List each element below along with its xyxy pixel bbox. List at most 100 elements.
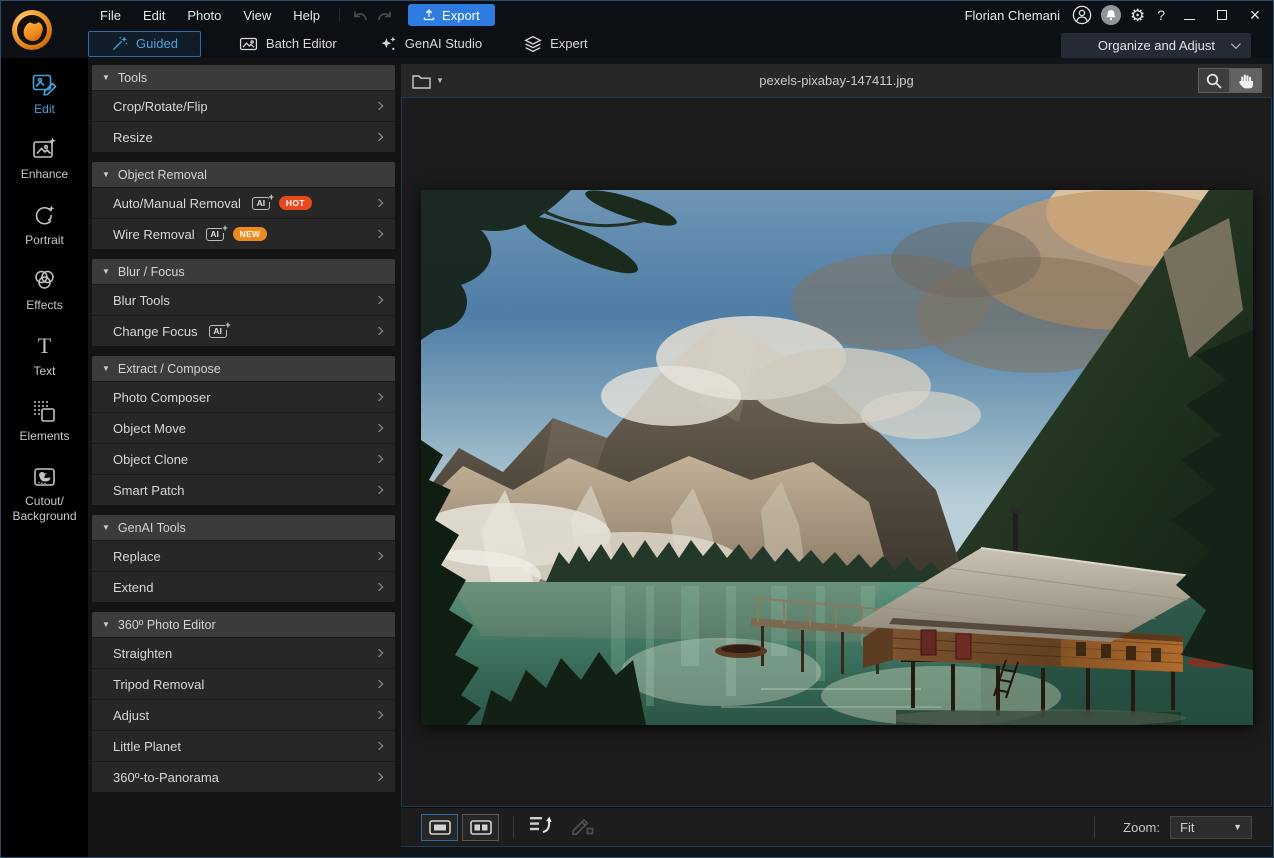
statusbar-divider	[513, 816, 514, 838]
section-header-tools[interactable]: ▼ Tools	[92, 65, 395, 90]
canvas-header: pexels-pixabay-147411.jpg ▼	[401, 64, 1272, 97]
collapse-triangle-icon: ▼	[102, 523, 110, 532]
panel-section-tools: ▼ Tools Crop/Rotate/Flip Resize	[92, 65, 395, 152]
tab-batch-editor[interactable]: Batch Editor	[225, 31, 351, 57]
canvas-viewport[interactable]	[401, 97, 1272, 807]
collapse-triangle-icon: ▼	[102, 364, 110, 373]
chevron-right-icon	[375, 455, 383, 463]
panel-item-360-to-panorama[interactable]: 360º-to-Panorama	[92, 761, 395, 792]
section-header-extract-compose[interactable]: ▼ Extract / Compose	[92, 356, 395, 381]
menu-photo[interactable]: Photo	[176, 8, 232, 23]
help-button[interactable]: ?	[1154, 7, 1168, 23]
panel-section-360-photo-editor: ▼360º Photo EditorStraightenTripod Remov…	[92, 612, 395, 792]
section-header-object-removal[interactable]: ▼Object Removal	[92, 162, 395, 187]
edit-adjustments-button[interactable]	[570, 815, 594, 840]
panel-section-object-removal: ▼Object RemovalAuto/Manual RemovalAIHOT W…	[92, 162, 395, 249]
compare-view-button[interactable]	[462, 814, 499, 841]
tab-expert[interactable]: Expert	[510, 31, 602, 57]
panel-item-adjust[interactable]: Adjust	[92, 699, 395, 730]
panel-item-resize[interactable]: Resize	[92, 121, 395, 152]
panel-item-wire-removal[interactable]: Wire RemovalAINEW	[92, 218, 395, 249]
panel-item-label: Wire Removal	[113, 227, 195, 242]
tab-guided[interactable]: Guided	[88, 31, 201, 57]
menu-edit[interactable]: Edit	[132, 8, 176, 23]
chevron-right-icon	[375, 327, 383, 335]
settings-button[interactable]: ⚙	[1130, 7, 1145, 24]
panel-item-little-planet[interactable]: Little Planet	[92, 730, 395, 761]
sidebar-item-enhance[interactable]: Enhance	[21, 136, 68, 181]
chevron-right-icon	[375, 393, 383, 401]
panel-item-label: Adjust	[113, 708, 149, 723]
panel-item-label: Resize	[113, 130, 153, 145]
panel-item-crop-rotate-flip[interactable]: Crop/Rotate/Flip	[92, 90, 395, 121]
workspace-dropdown[interactable]: Organize and Adjust	[1061, 33, 1251, 58]
panel-item-object-move[interactable]: Object Move	[92, 412, 395, 443]
tab-genai-studio[interactable]: GenAI Studio	[365, 31, 496, 57]
sidebar-item-label: Elements	[19, 429, 69, 443]
panel-item-auto-manual-removal[interactable]: Auto/Manual RemovalAIHOT	[92, 187, 395, 218]
sidebar-item-effects[interactable]: Effects	[26, 267, 62, 312]
panel-item-label: Object Clone	[113, 452, 188, 467]
chevron-right-icon	[375, 773, 383, 781]
sidebar-item-edit[interactable]: Edit	[31, 71, 58, 116]
mode-tabbar: Guided Batch Editor GenAI Studio Expert Org…	[1, 29, 1273, 58]
zoom-dropdown[interactable]: Fit ▼	[1170, 816, 1252, 839]
menu-help[interactable]: Help	[282, 8, 331, 23]
browse-folder-button[interactable]: ▼	[411, 72, 444, 90]
sidebar-item-label: Effects	[26, 298, 62, 312]
chevron-right-icon	[375, 552, 383, 560]
menu-view[interactable]: View	[232, 8, 282, 23]
panel-item-label: Extend	[113, 580, 153, 595]
section-header-360-photo-editor[interactable]: ▼360º Photo Editor	[92, 612, 395, 637]
menu-file[interactable]: File	[89, 8, 132, 23]
zoom-dropdown-value: Fit	[1180, 820, 1194, 835]
single-view-button[interactable]	[421, 814, 458, 841]
redo-button[interactable]	[372, 6, 396, 24]
minimize-button[interactable]	[1177, 4, 1201, 26]
panel-item-blur-tools[interactable]: Blur Tools	[92, 284, 395, 315]
panel-item-tripod-removal[interactable]: Tripod Removal	[92, 668, 395, 699]
pan-tool-button[interactable]	[1230, 68, 1262, 93]
section-header-genai-tools[interactable]: ▼GenAI Tools	[92, 515, 395, 540]
ai-plus-badge-icon: AI	[206, 228, 224, 241]
section-title: Extract / Compose	[118, 362, 221, 376]
collapse-triangle-icon: ▼	[102, 73, 110, 82]
app-logo-icon[interactable]	[12, 10, 52, 50]
section-header-blur-focus[interactable]: ▼ Blur / Focus	[92, 259, 395, 284]
sidebar-item-portrait[interactable]: Portrait	[25, 202, 64, 247]
close-button[interactable]: ×	[1243, 4, 1267, 26]
collapse-triangle-icon: ▼	[102, 267, 110, 276]
panel-item-straighten[interactable]: Straighten	[92, 637, 395, 668]
panel-item-photo-composer[interactable]: Photo Composer	[92, 381, 395, 412]
apply-adjustments-button[interactable]	[528, 814, 554, 840]
panel-item-object-clone[interactable]: Object Clone	[92, 443, 395, 474]
section-title: Object Removal	[118, 168, 207, 182]
magnifier-icon	[1205, 72, 1223, 90]
panel-item-label: Crop/Rotate/Flip	[113, 99, 208, 114]
single-view-icon	[429, 820, 451, 835]
chevron-down-icon	[1231, 39, 1241, 49]
redo-icon	[376, 8, 393, 23]
panel-item-replace[interactable]: Replace	[92, 540, 395, 571]
magic-wand-icon	[111, 35, 128, 52]
panel-item-change-focus[interactable]: Change FocusAI	[92, 315, 395, 346]
genai-sparkle-icon	[379, 35, 397, 53]
sidebar-item-text[interactable]: TText	[31, 333, 58, 378]
sidebar-item-elements[interactable]: Elements	[19, 398, 69, 443]
maximize-button[interactable]	[1210, 4, 1234, 26]
undo-button[interactable]	[348, 6, 372, 24]
zoom-tool-button[interactable]	[1198, 68, 1230, 93]
tab-label: Batch Editor	[266, 36, 337, 51]
export-button[interactable]: Export	[408, 4, 495, 26]
zoom-label: Zoom:	[1123, 820, 1160, 835]
account-button[interactable]	[1072, 5, 1092, 25]
section-title: Tools	[118, 71, 147, 85]
sidebar-item-cutout-background[interactable]: Cutout/ Background	[12, 463, 76, 523]
notifications-button[interactable]	[1101, 5, 1121, 25]
panel-item-label: Object Move	[113, 421, 186, 436]
statusbar-divider	[1094, 816, 1095, 838]
sidebar-item-label: Text	[33, 364, 55, 378]
panel-item-extend[interactable]: Extend	[92, 571, 395, 602]
section-title: Blur / Focus	[118, 265, 185, 279]
panel-item-smart-patch[interactable]: Smart Patch	[92, 474, 395, 505]
